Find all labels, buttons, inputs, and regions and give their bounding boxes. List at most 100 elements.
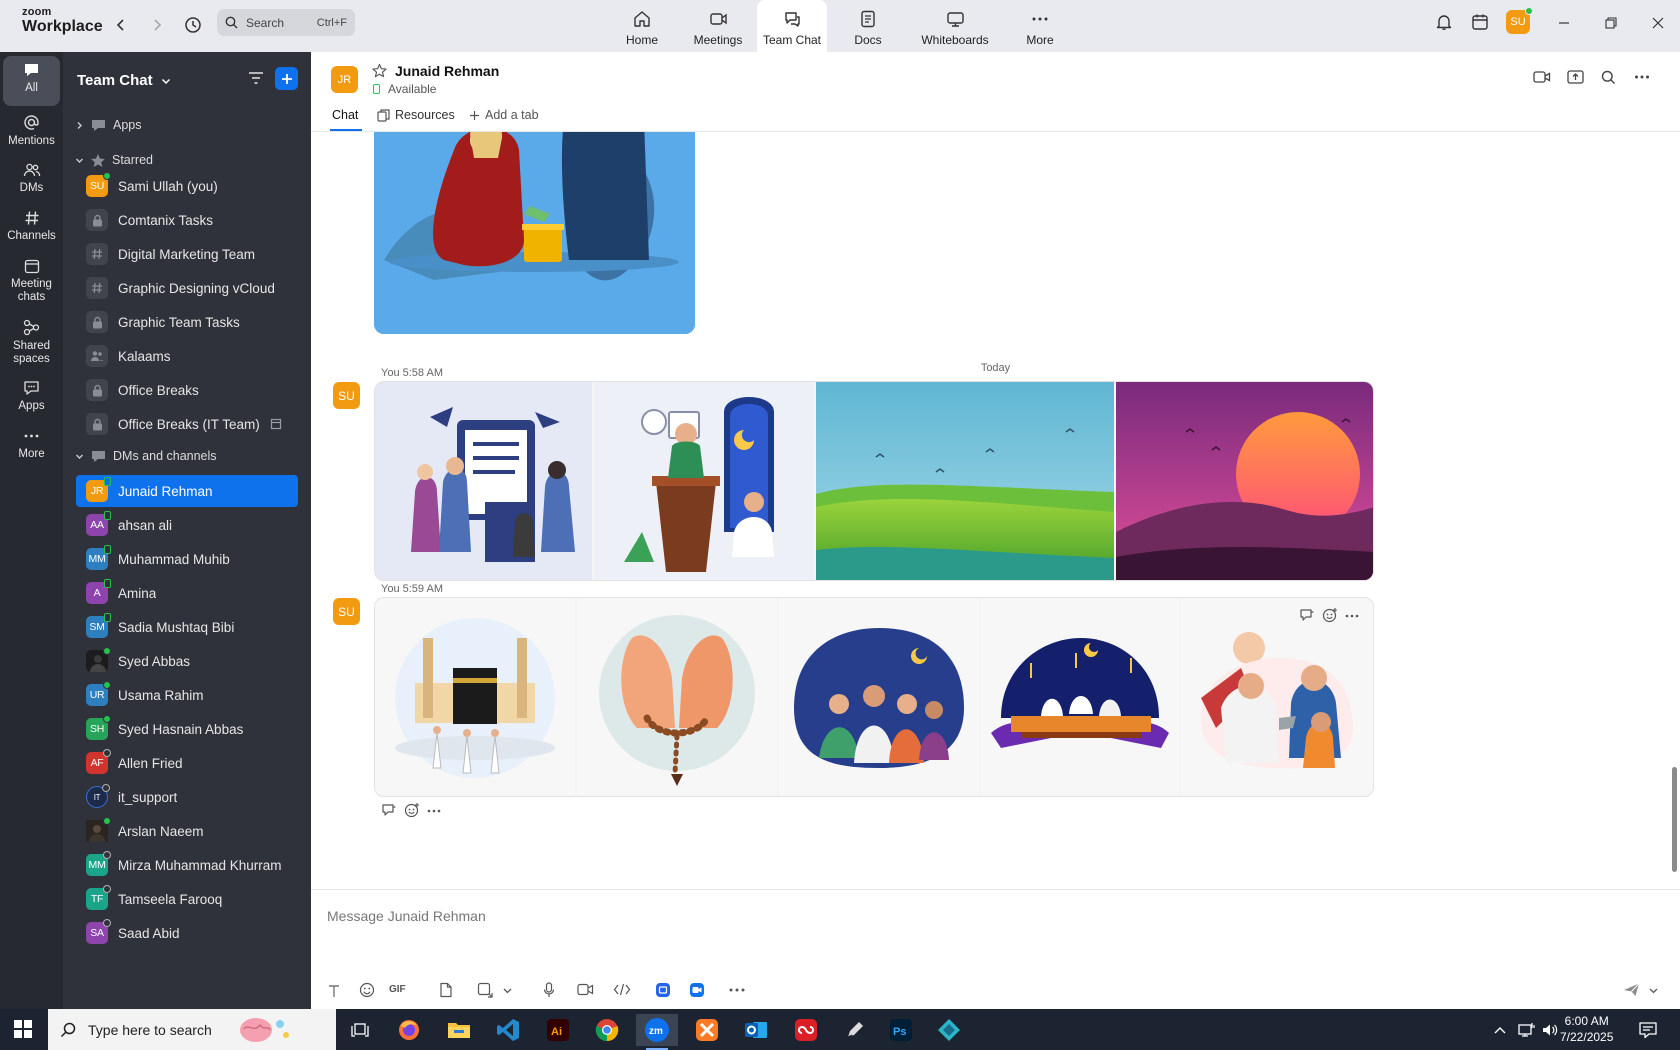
show-hidden-icons-icon[interactable]	[1488, 1014, 1512, 1046]
notifications-bell-icon[interactable]	[1433, 11, 1455, 33]
sidebar-item-muhammad-muhib[interactable]: MM Muhammad Muhib	[76, 543, 298, 575]
search-input[interactable]: Search Ctrl+F	[217, 9, 355, 36]
diamond-app-icon[interactable]	[928, 1014, 970, 1046]
close-window-icon[interactable]	[1647, 12, 1669, 34]
rail-item-channels[interactable]: Channels	[3, 204, 60, 243]
sender-avatar[interactable]: SU	[333, 598, 360, 625]
scrollbar-thumb[interactable]	[1672, 767, 1677, 872]
taskbar-search-box[interactable]: Type here to search	[48, 1009, 336, 1050]
outlook-app-icon[interactable]	[735, 1014, 777, 1046]
search-icon[interactable]	[1601, 70, 1616, 85]
gallery-image-pink-sunset[interactable]	[1116, 382, 1373, 580]
sidebar-item-office-breaks[interactable]: Office Breaks	[76, 374, 298, 406]
section-dms-and-channels[interactable]: DMs and channels	[75, 445, 217, 467]
system-clock[interactable]: 6:00 AM 7/22/2025	[1560, 1013, 1613, 1045]
file-explorer-app-icon[interactable]	[438, 1014, 480, 1046]
more-options-icon[interactable]	[1345, 614, 1359, 618]
vscode-app-icon[interactable]	[487, 1014, 529, 1046]
rail-item-mentions[interactable]: Mentions	[3, 108, 60, 148]
star-icon[interactable]	[372, 63, 387, 78]
rail-item-more[interactable]: More	[3, 422, 60, 461]
sidebar-item-allen-fried[interactable]: AF Allen Fried	[76, 747, 298, 779]
gallery-image-iftar-dinner[interactable]	[981, 598, 1179, 796]
contact-name[interactable]: Junaid Rehman	[395, 63, 499, 79]
sidebar-item-graphic-designing-vcloud[interactable]: Graphic Designing vCloud	[76, 272, 298, 304]
video-message-icon[interactable]	[577, 982, 594, 997]
sidebar-item-amina[interactable]: A Amina	[76, 577, 298, 609]
sidebar-item-usama-rahim[interactable]: UR Usama Rahim	[76, 679, 298, 711]
sidebar-item-digital-marketing-team[interactable]: Digital Marketing Team	[76, 238, 298, 270]
chevron-down-icon[interactable]	[503, 988, 512, 994]
notification-center-icon[interactable]	[1630, 1014, 1666, 1046]
tab-team-chat[interactable]: Team Chat	[757, 0, 827, 52]
gallery-image-graduation[interactable]	[375, 382, 592, 580]
sidebar-item-saad-abid[interactable]: SA Saad Abid	[76, 917, 298, 949]
sidebar-item-mirza-muhammad-khurram[interactable]: MM Mirza Muhammad Khurram	[76, 849, 298, 881]
reply-in-thread-icon[interactable]	[381, 803, 397, 818]
zoom-app-icon[interactable]: zm	[636, 1014, 678, 1050]
gallery-image-family-sharing[interactable]	[1181, 598, 1373, 796]
chrome-app-icon[interactable]	[586, 1014, 628, 1046]
gallery-image-eid-crowd[interactable]	[779, 598, 979, 796]
sidebar-item-syed-abbas[interactable]: Syed Abbas	[76, 645, 298, 677]
sidebar-item-office-breaks-it-team[interactable]: Office Breaks (IT Team)	[76, 408, 298, 440]
sidebar-item-junaid-rehman[interactable]: JR Junaid Rehman	[76, 475, 298, 507]
tab-more[interactable]: More	[1024, 0, 1056, 52]
sender-avatar[interactable]: SU	[333, 382, 360, 409]
gallery-image-green-landscape[interactable]	[816, 382, 1114, 580]
more-options-icon[interactable]	[1634, 74, 1650, 80]
microphone-icon[interactable]	[543, 982, 555, 998]
sidebar-item-it-support[interactable]: IT it_support	[76, 781, 298, 813]
history-icon[interactable]	[182, 14, 204, 36]
photoshop-app-icon[interactable]: Ps	[880, 1014, 922, 1046]
sidebar-title[interactable]: Team Chat	[77, 72, 171, 89]
send-options-chevron-icon[interactable]	[1649, 988, 1658, 994]
zoom-meeting-app-icon[interactable]	[689, 982, 705, 998]
send-icon[interactable]	[1623, 982, 1641, 998]
sidebar-item-comtanix-tasks[interactable]: Comtanix Tasks	[76, 204, 298, 236]
attach-file-icon[interactable]	[439, 982, 453, 998]
tab-meetings[interactable]: Meetings	[688, 0, 748, 52]
sidebar-item-kalaams[interactable]: Kalaams	[76, 340, 298, 372]
sidebar-item-arslan-naeem[interactable]: Arslan Naeem	[76, 815, 298, 847]
filter-icon[interactable]	[247, 69, 265, 87]
add-reaction-icon[interactable]	[404, 802, 420, 818]
add-reaction-icon[interactable]	[1322, 607, 1338, 623]
network-icon[interactable]	[1514, 1014, 1540, 1046]
tab-resources[interactable]: Resources	[377, 108, 455, 122]
screenshot-icon[interactable]	[477, 982, 493, 998]
sidebar-item-tamseela-farooq[interactable]: TF Tamseela Farooq	[76, 883, 298, 915]
contact-avatar[interactable]: JR	[331, 66, 358, 93]
illustrator-app-icon[interactable]: Ai	[537, 1014, 579, 1046]
more-options-icon[interactable]	[427, 809, 441, 813]
volume-icon[interactable]	[1538, 1014, 1562, 1046]
gallery-image-kaaba[interactable]	[375, 598, 575, 796]
sidebar-item-sami-ullah[interactable]: SU Sami Ullah (you)	[76, 170, 298, 202]
video-call-icon[interactable]	[1533, 70, 1551, 84]
rail-item-apps[interactable]: Apps	[3, 374, 60, 413]
tab-home[interactable]: Home	[620, 0, 664, 52]
rail-item-all[interactable]: All	[3, 56, 60, 106]
tab-add-a-tab[interactable]: Add a tab	[469, 108, 539, 122]
back-arrow-icon[interactable]	[110, 14, 132, 36]
text-format-icon[interactable]	[327, 984, 341, 998]
shared-image-charity-illustration[interactable]	[374, 132, 695, 334]
message-input[interactable]	[327, 902, 1627, 930]
rail-item-shared-spaces[interactable]: Shared spaces	[3, 313, 60, 366]
sidebar-item-ahsan-ali[interactable]: AA ahsan ali	[76, 509, 298, 541]
reply-in-thread-icon[interactable]	[1299, 608, 1315, 623]
more-tools-icon[interactable]	[729, 988, 745, 992]
section-apps[interactable]: Apps	[75, 114, 142, 136]
emoji-icon[interactable]	[359, 982, 375, 998]
gallery-image-prayer-hands[interactable]	[577, 598, 777, 796]
section-starred[interactable]: Starred	[75, 149, 153, 171]
tab-whiteboards[interactable]: Whiteboards	[918, 0, 992, 52]
firefox-app-icon[interactable]	[388, 1014, 430, 1046]
gallery-image-sermon[interactable]	[594, 382, 814, 580]
pen-tool-app-icon[interactable]	[834, 1014, 876, 1046]
xampp-app-icon[interactable]	[686, 1014, 728, 1046]
app-integration-icon[interactable]	[655, 982, 671, 998]
tab-chat[interactable]: Chat	[332, 108, 358, 122]
code-snippet-icon[interactable]	[613, 982, 631, 997]
my-avatar[interactable]: SU	[1506, 7, 1533, 34]
